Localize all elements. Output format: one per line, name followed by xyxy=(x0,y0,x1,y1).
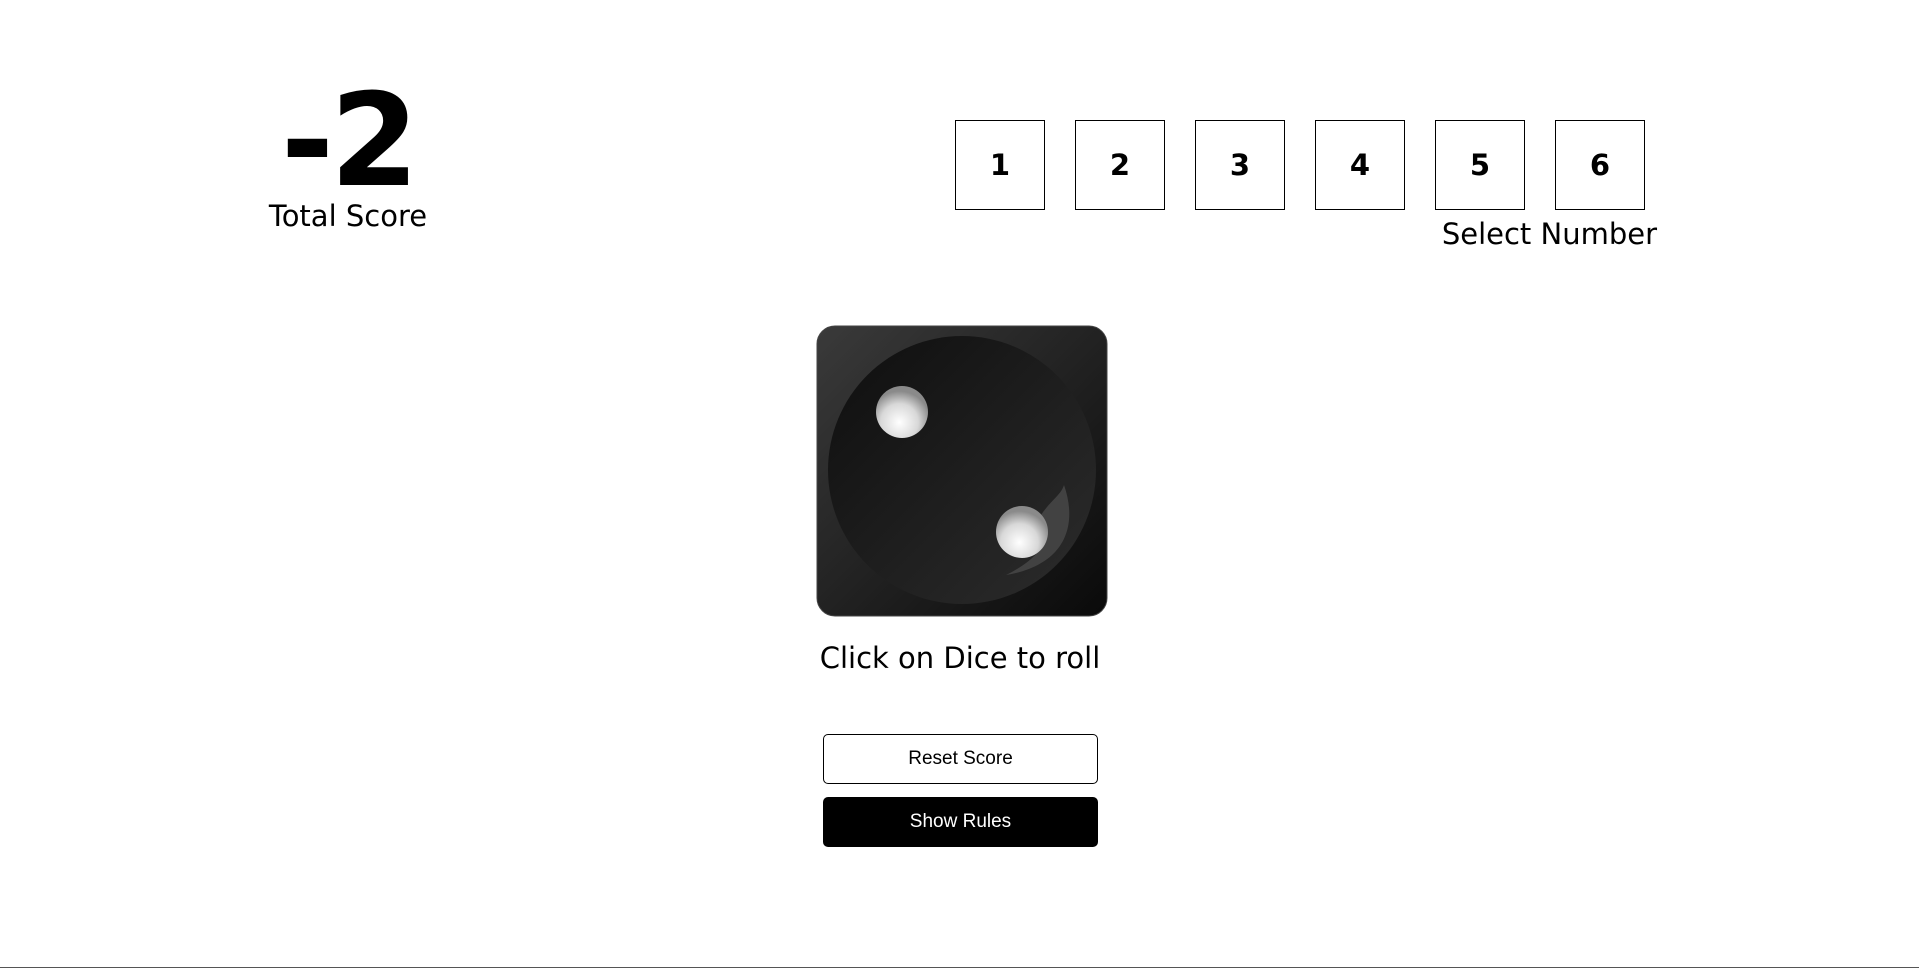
dice-button[interactable] xyxy=(816,325,1108,617)
reset-score-button[interactable]: Reset Score xyxy=(823,734,1098,784)
dice-caption: Click on Dice to roll xyxy=(819,641,1101,675)
score-block: -2 Total Score xyxy=(263,67,433,234)
number-option-1[interactable]: 1 xyxy=(955,120,1045,210)
total-score-label: Total Score xyxy=(268,199,428,233)
number-option-5[interactable]: 5 xyxy=(1435,120,1525,210)
number-option-4[interactable]: 4 xyxy=(1315,120,1405,210)
select-number-label: Select Number xyxy=(1441,217,1657,251)
number-option-2[interactable]: 2 xyxy=(1075,120,1165,210)
number-option-3[interactable]: 3 xyxy=(1195,120,1285,210)
dice-two-icon xyxy=(816,325,1108,617)
game-page: -2 Total Score 1 2 3 4 5 6 Select Number xyxy=(0,0,1919,969)
number-selector: 1 2 3 4 5 6 xyxy=(955,120,1645,210)
bottom-divider xyxy=(0,967,1919,968)
total-score-value: -2 xyxy=(280,67,419,216)
show-rules-button[interactable]: Show Rules xyxy=(823,797,1098,847)
number-option-6[interactable]: 6 xyxy=(1555,120,1645,210)
